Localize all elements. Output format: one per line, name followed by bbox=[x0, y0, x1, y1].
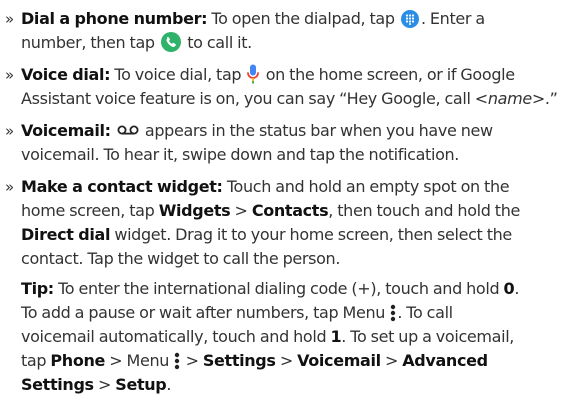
tip-text: voicemail automatically, touch and hold bbox=[21, 327, 331, 346]
tip-bold: Setup bbox=[115, 375, 167, 394]
tip-bold: Phone bbox=[50, 351, 106, 370]
text-line: Dial a phone number: To open the dialpad… bbox=[21, 7, 485, 31]
item-text: to call it. bbox=[182, 33, 252, 52]
bullet-marker: » bbox=[5, 122, 15, 140]
item-text: >.” bbox=[531, 89, 558, 108]
item-text-italic: name bbox=[487, 89, 532, 108]
item-text: contact. Tap the widget to call the pers… bbox=[21, 249, 341, 268]
text-line: Direct dial widget. Drag it to your home… bbox=[21, 223, 512, 247]
text-line: Make a contact widget: Touch and hold an… bbox=[21, 175, 510, 199]
text-line: home screen, tap Widgets > Contacts, the… bbox=[21, 199, 520, 223]
item-text: Assistant voice feature is on, you can s… bbox=[21, 89, 488, 108]
item-bold: Widgets bbox=[158, 201, 231, 220]
item-title: Voicemail: bbox=[21, 121, 111, 140]
tip-bold: Advanced bbox=[402, 351, 488, 370]
bullet-marker: » bbox=[5, 178, 15, 196]
tip-bold: Voicemail bbox=[297, 351, 381, 370]
item-text: number, then tap bbox=[21, 33, 159, 52]
text-line: number, then tap to call it. bbox=[21, 31, 252, 55]
menu-dots-icon bbox=[174, 352, 180, 370]
bullet-marker: » bbox=[5, 66, 15, 84]
tip-text: > bbox=[275, 351, 298, 370]
tip-text: . bbox=[514, 279, 520, 298]
text-line: Voicemail: appears in the status bar whe… bbox=[21, 119, 493, 143]
tip-bold: 0 bbox=[503, 279, 515, 298]
item-text: > bbox=[230, 201, 252, 220]
item-bold: Direct dial bbox=[21, 225, 111, 244]
text-line: To add a pause or wait after numbers, ta… bbox=[21, 301, 453, 325]
item-text: appears in the status bar when you have … bbox=[140, 121, 493, 140]
tip-bold: Settings bbox=[21, 375, 94, 394]
item-title: Dial a phone number: bbox=[21, 9, 208, 28]
tip-bold: 1 bbox=[330, 327, 342, 346]
text-line: Voice dial: To voice dial, tap on the ho… bbox=[21, 63, 515, 87]
item-bold: Contacts bbox=[251, 201, 329, 220]
tip-text: > bbox=[380, 351, 403, 370]
tip-text: To enter the international dialing code … bbox=[53, 279, 504, 298]
tip-text: tap bbox=[21, 351, 51, 370]
tip-text: > Menu bbox=[105, 351, 174, 370]
microphone-icon bbox=[247, 64, 260, 84]
tip-text: . bbox=[166, 375, 172, 394]
dialpad-icon bbox=[400, 10, 419, 28]
text-line: contact. Tap the widget to call the pers… bbox=[21, 247, 340, 271]
item-text: , then touch and hold the bbox=[328, 201, 520, 220]
bullet-marker: » bbox=[5, 10, 15, 28]
voicemail-icon bbox=[117, 125, 139, 135]
item-text: . Enter a bbox=[420, 9, 485, 28]
text-line: Tip: To enter the international dialing … bbox=[21, 277, 519, 301]
tip-bold: Settings bbox=[202, 351, 276, 370]
item-text: widget. Drag it to your home screen, the… bbox=[110, 225, 512, 244]
text-line: Settings > Setup. bbox=[21, 373, 171, 397]
text-line: tap Phone > Menu > Settings > Voicemail … bbox=[21, 349, 488, 373]
tip-text: . To call bbox=[397, 303, 453, 322]
item-text: voicemail. To hear it, swipe down and ta… bbox=[21, 145, 460, 164]
tip-title: Tip: bbox=[21, 279, 54, 298]
text-line: voicemail. To hear it, swipe down and ta… bbox=[21, 143, 459, 167]
tip-text: > bbox=[181, 351, 203, 370]
phone-call-icon bbox=[160, 32, 181, 52]
item-title: Voice dial: bbox=[21, 65, 111, 84]
item-text: on the home screen, or if Google bbox=[261, 65, 515, 84]
item-title: Make a contact widget: bbox=[21, 177, 223, 196]
item-text: To open the dialpad, tap bbox=[207, 9, 399, 28]
tip-text: . To set up a voicemail, bbox=[341, 327, 515, 346]
item-text: home screen, tap bbox=[21, 201, 159, 220]
tip-text: To add a pause or wait after numbers, ta… bbox=[21, 303, 390, 322]
text-line: Assistant voice feature is on, you can s… bbox=[21, 87, 558, 111]
text-line: voicemail automatically, touch and hold … bbox=[21, 325, 514, 349]
item-text: To voice dial, tap bbox=[110, 65, 246, 84]
item-text: Touch and hold an empty spot on the bbox=[222, 177, 510, 196]
tip-text: > bbox=[93, 375, 116, 394]
menu-dots-icon bbox=[390, 304, 396, 322]
